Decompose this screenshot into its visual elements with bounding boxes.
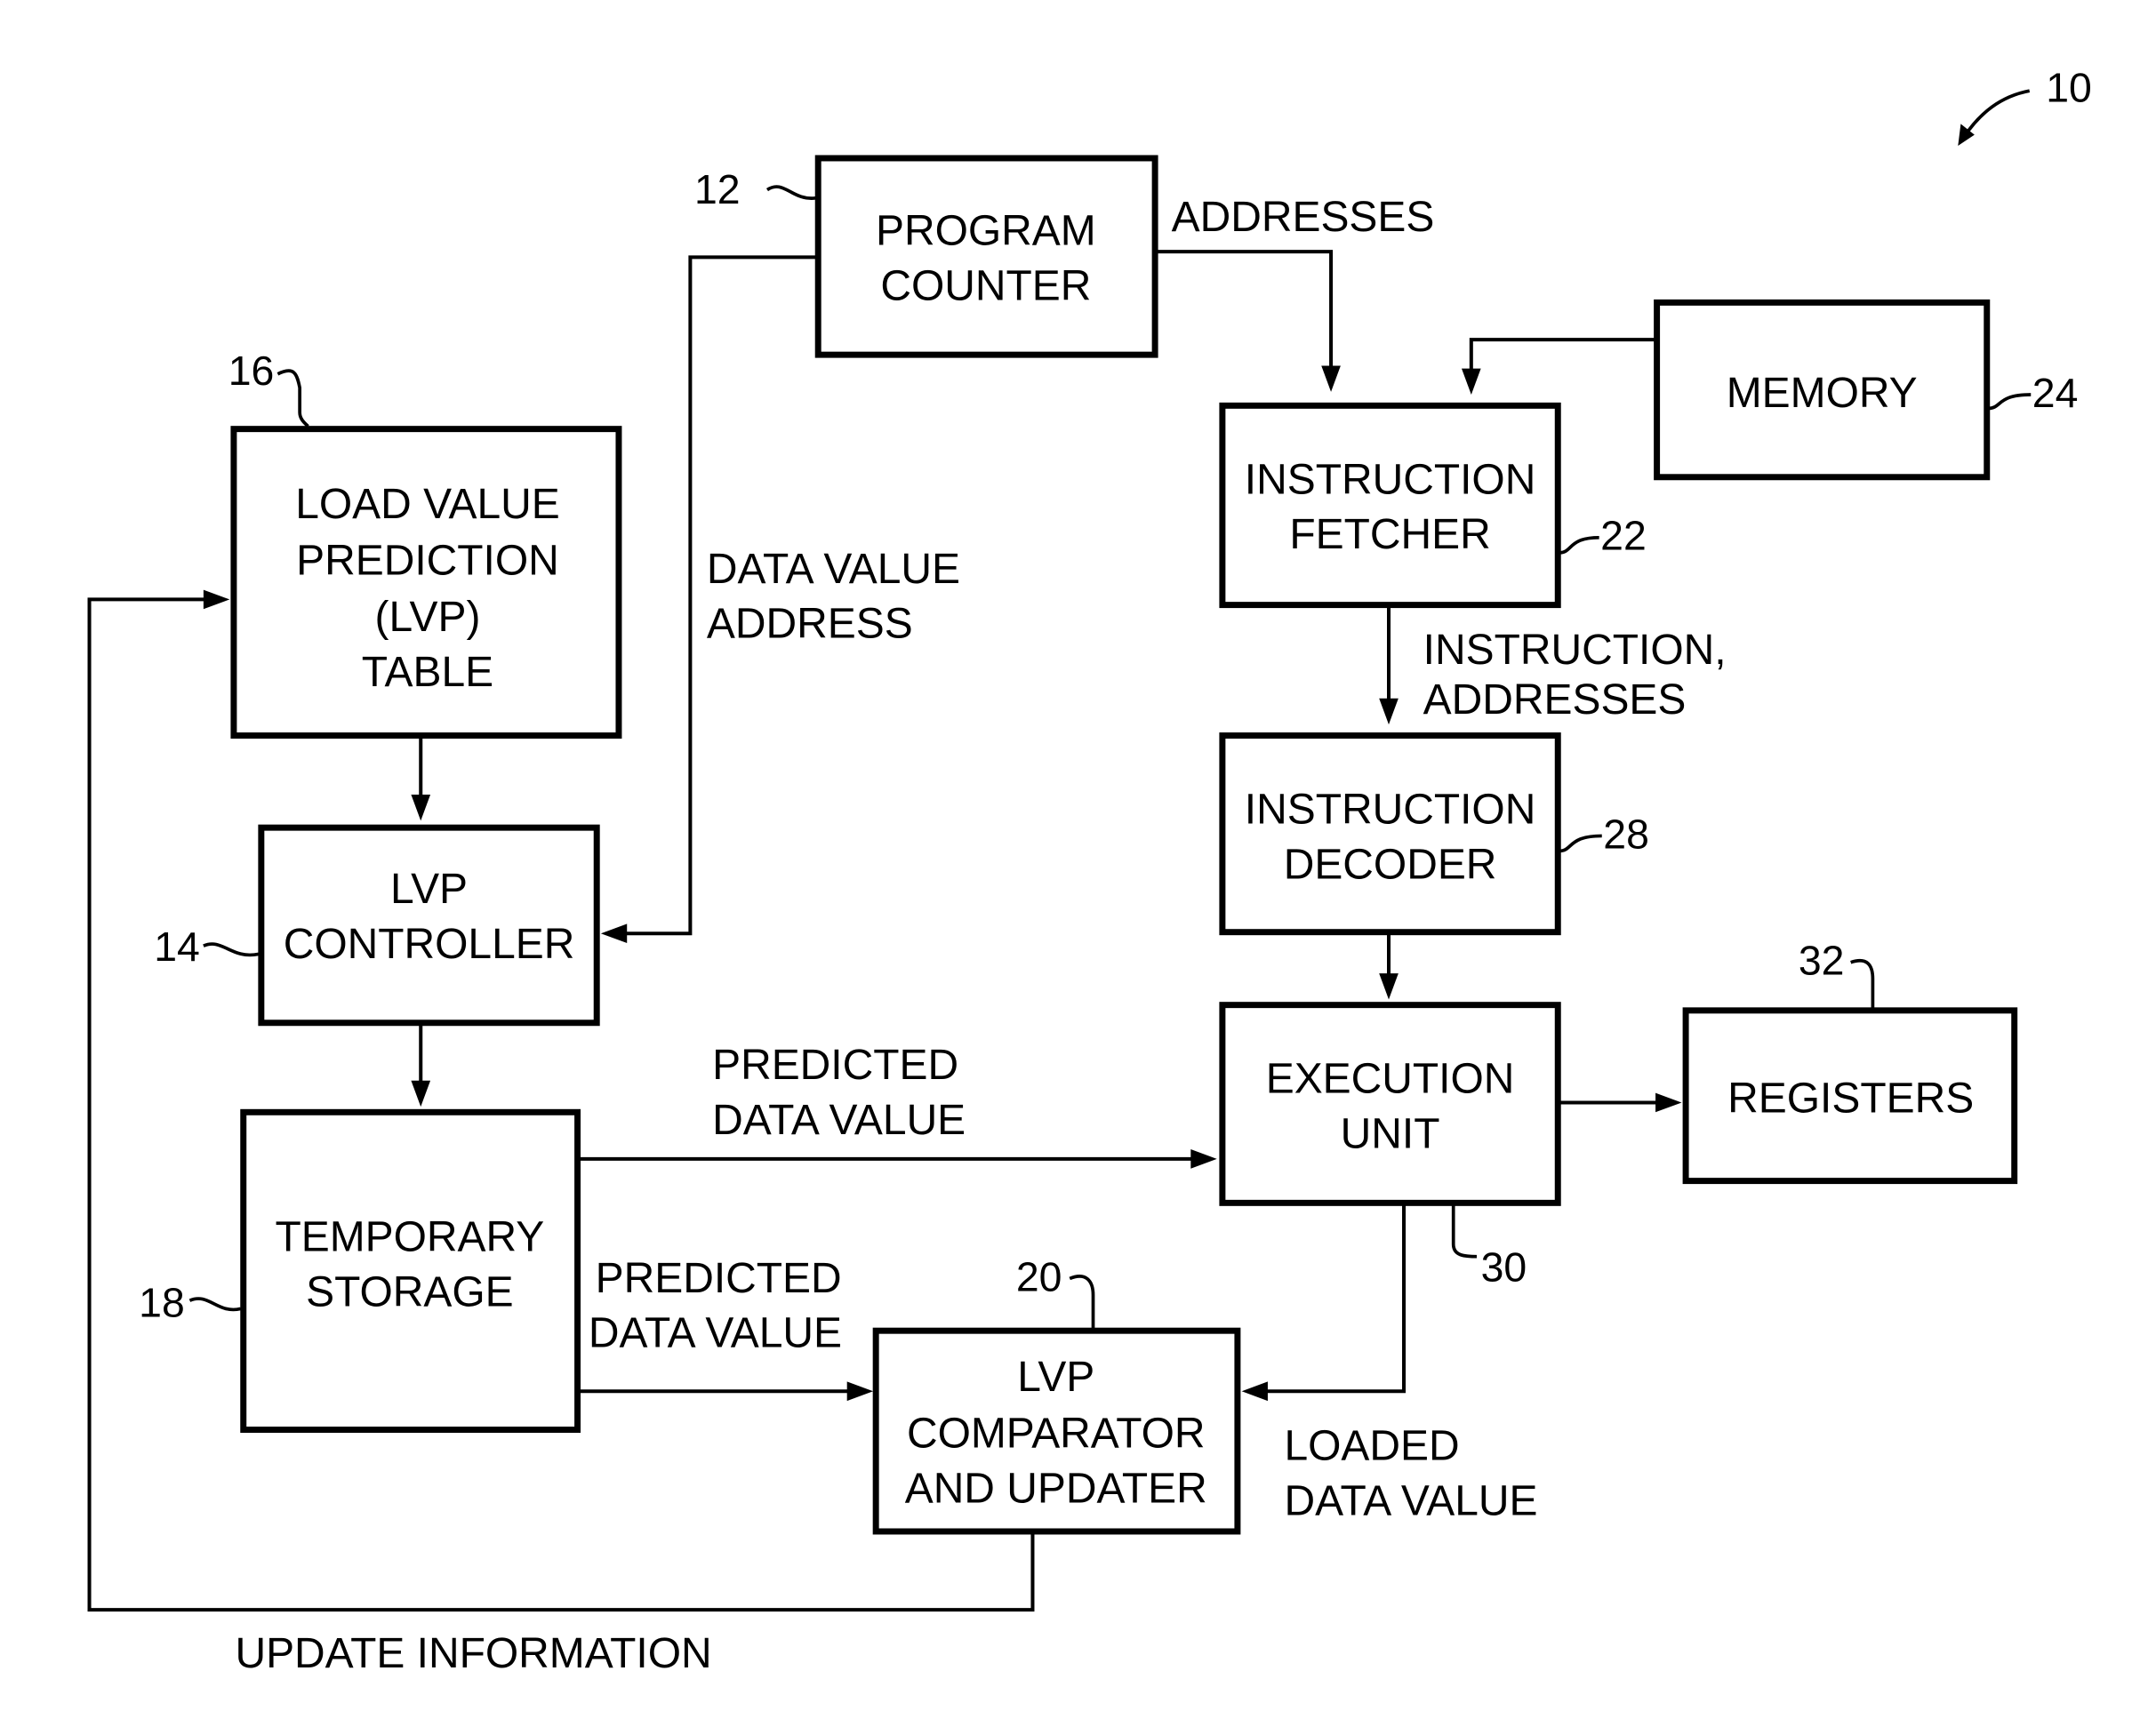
edge-decoder-to-execution [1379,931,1399,1000]
edge-label-line: INSTRUCTION, [1423,627,1727,674]
ref-leader [277,369,309,428]
block-label-line: LOAD VALUE [295,481,560,528]
ref-number: 16 [228,348,275,394]
edge-label-line: PREDICTED [596,1255,842,1302]
arrowhead-down [1321,365,1341,392]
block-execution-unit: EXECUTION UNIT 30 [1219,1002,1561,1291]
label-update-information: UPDATE INFORMATION [235,1630,711,1677]
arrowhead-down [1379,698,1399,725]
arrowhead-right [203,589,230,610]
arrowhead-left [600,923,628,944]
arrowhead-down [411,795,431,821]
edge-label-line: UPDATE INFORMATION [235,1630,711,1677]
label-addresses: ADDRESSES [1172,194,1435,241]
arrowhead-down [1379,973,1399,1000]
ref-leader [1559,535,1599,555]
ref-number: 12 [694,166,741,212]
arrowhead-right [846,1381,874,1402]
label-instruction-addresses: INSTRUCTION, ADDRESSES [1423,627,1727,724]
block-label-line: COMPARATOR [907,1411,1206,1458]
ref-leader [765,185,816,200]
block-lvp-table: LOAD VALUE PREDICTION (LVP) TABLE 16 [228,348,622,740]
edge-label-line: PREDICTED [712,1042,958,1089]
block-label-line: LVP [390,866,468,913]
block-label-line: DECODER [1284,841,1497,888]
figure-reference: 10 [1958,65,2092,147]
block-label-line: UNIT [1341,1110,1440,1157]
ref-number: 28 [1603,811,1649,857]
ref-leader [203,942,260,957]
block-label-line: MEMORY [1727,370,1918,417]
edge-label-line: ADDRESS [707,601,913,648]
block-label-line: REGISTERS [1727,1075,1974,1122]
ref-number: 20 [1016,1253,1062,1299]
edge-storage-to-comparator [577,1381,874,1402]
block-instruction-decoder: INSTRUCTION DECODER 28 [1219,732,1649,936]
edge-storage-to-execution [577,1149,1217,1169]
edge-label-line: DATA VALUE [1284,1477,1537,1524]
block-temporary-storage: TEMPORARY STORAGE 18 [139,1108,581,1434]
block-label-line: TABLE [362,649,493,696]
block-label-line: TEMPORARY [275,1213,544,1260]
edge-pc-to-fetcher [1155,250,1341,392]
block-label-line: PREDICTION [296,538,559,585]
edge-label-line: DATA VALUE [707,546,960,593]
block-label-line: FETCHER [1289,511,1490,558]
edge-label-line: LOADED [1284,1423,1459,1470]
ref-number: 24 [2032,370,2079,416]
edge-label-line: ADDRESSES [1423,676,1687,724]
block-label-line: INSTRUCTION [1245,787,1536,834]
block-label-line: PROGRAM [876,207,1096,254]
ref-leader [1069,1275,1095,1329]
block-label-line: (LVP) [374,594,480,641]
ref-number: 22 [1600,513,1647,559]
ref-number: 30 [1481,1244,1527,1291]
figure-ref-number: 10 [2046,65,2092,111]
arrowhead-down [1461,368,1481,395]
block-memory: MEMORY 24 [1654,299,2079,481]
ref-leader [1451,1205,1478,1259]
block-instruction-fetcher: INSTRUCTION FETCHER 22 [1219,402,1647,609]
arrowhead-right [1190,1149,1217,1169]
ref-number: 14 [154,923,200,970]
block-label-line: CONTROLLER [284,921,575,968]
block-label-line: INSTRUCTION [1245,456,1536,503]
label-predicted-to-comparator: PREDICTED DATA VALUE [589,1255,842,1357]
edge-execution-to-registers [1558,1092,1682,1113]
block-label-line: COUNTER [880,262,1091,309]
block-lvp-controller: LVP CONTROLLER 14 [154,824,600,1027]
edge-execution-to-comparator [1241,1203,1407,1402]
figure-ref-leader [1961,89,2031,139]
edge-label-line: DATA VALUE [589,1310,842,1357]
label-predicted-to-execution: PREDICTED DATA VALUE [712,1042,966,1144]
block-label-line: AND UPDATER [905,1466,1207,1513]
arrowhead-right [1655,1092,1682,1113]
ref-leader [1850,958,1875,1008]
arrowhead-left [1241,1381,1268,1402]
block-lvp-comparator-updater: LVP COMPARATOR AND UPDATER 20 [872,1253,1241,1535]
ref-leader [1559,834,1602,853]
edge-label-line: DATA VALUE [712,1097,966,1144]
block-label-line: STORAGE [306,1268,514,1315]
edge-label-line: ADDRESSES [1172,194,1435,241]
block-registers: REGISTERS 32 [1682,938,2018,1185]
label-loaded-data-value: LOADED DATA VALUE [1284,1423,1537,1525]
ref-leader [188,1297,242,1312]
block-label-line: LVP [1017,1354,1094,1401]
edge-table-to-controller [411,735,431,821]
ref-leader [1988,393,2032,411]
label-data-value-address: DATA VALUE ADDRESS [707,546,960,648]
arrowhead-down [411,1080,431,1107]
ref-number: 18 [139,1280,185,1326]
edge-controller-to-storage [411,1022,431,1107]
edge-memory-to-fetcher [1461,338,1657,395]
ref-number: 32 [1799,938,1845,984]
block-label-line: EXECUTION [1266,1056,1515,1103]
edge-fetcher-to-decoder [1379,604,1399,725]
block-diagram: 10 PROGRAM COUNTER 12 MEMORY 24 INSTRUCT… [87,65,2092,1677]
